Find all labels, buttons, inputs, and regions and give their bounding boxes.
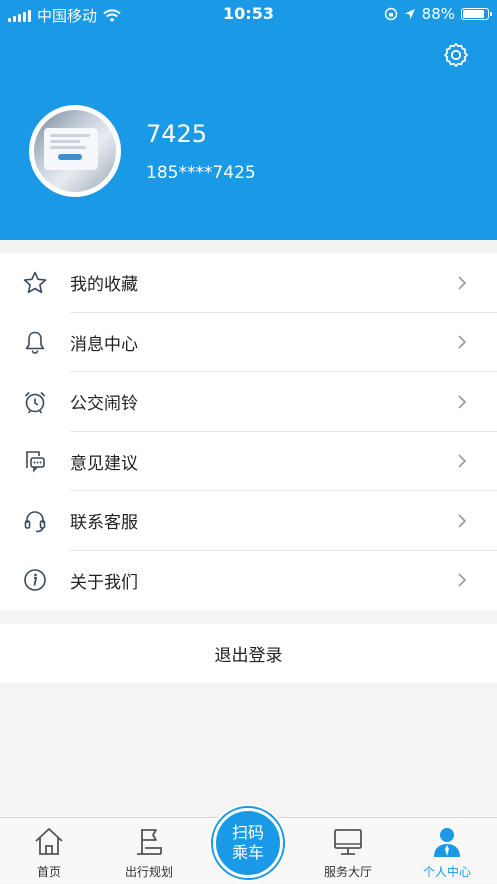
menu-item-customer-service[interactable]: 联系客服 xyxy=(0,491,497,551)
profile-header: 中国移动 10:53 88% 7425 185****7425 xyxy=(0,0,497,240)
star-icon xyxy=(22,270,48,296)
tab-home[interactable]: 首页 xyxy=(4,818,94,884)
menu-item-label: 我的收藏 xyxy=(70,275,138,296)
alarm-clock-icon xyxy=(22,389,48,415)
home-icon xyxy=(35,828,63,855)
status-bar: 中国移动 10:53 88% xyxy=(0,0,497,28)
location-icon xyxy=(404,9,415,19)
tab-label: 个人中心 xyxy=(422,865,471,879)
status-right: 88% xyxy=(384,5,492,23)
tab-label: 服务大厅 xyxy=(323,865,372,879)
menu-item-favorites[interactable]: 我的收藏 xyxy=(0,253,497,313)
settings-gear-icon[interactable] xyxy=(441,40,471,70)
person-icon xyxy=(434,828,460,857)
menu-item-bus-alarm[interactable]: 公交闹铃 xyxy=(0,372,497,432)
avatar-photo xyxy=(34,110,116,192)
tab-label: 出行规划 xyxy=(124,865,173,879)
feedback-icon xyxy=(22,448,48,474)
chevron-right-icon xyxy=(458,276,467,290)
tab-personal-center[interactable]: 个人中心 xyxy=(402,818,492,884)
chevron-right-icon xyxy=(458,514,467,528)
info-icon xyxy=(22,567,48,593)
chevron-right-icon xyxy=(458,335,467,349)
tab-label: 首页 xyxy=(36,865,61,879)
flag-icon xyxy=(137,829,162,855)
scan-button-face: 扫码 乘车 xyxy=(213,808,283,878)
menu-item-label: 关于我们 xyxy=(70,572,138,593)
phone-number: 185****7425 xyxy=(146,163,256,183)
scan-label-line2: 乘车 xyxy=(231,843,264,862)
menu-item-about[interactable]: 关于我们 xyxy=(0,551,497,611)
menu-item-label: 意见建议 xyxy=(70,453,138,474)
menu-item-label: 消息中心 xyxy=(70,334,138,355)
chevron-right-icon xyxy=(458,573,467,587)
monitor-icon xyxy=(334,829,362,855)
battery-percent: 88% xyxy=(421,5,455,23)
menu-item-label: 公交闹铃 xyxy=(70,394,138,415)
username: 7425 xyxy=(146,120,208,148)
rotation-lock-icon xyxy=(384,7,397,21)
tab-route-planning[interactable]: 出行规划 xyxy=(104,818,194,884)
headset-icon xyxy=(22,508,48,534)
profile-menu: 我的收藏 消息中心 公交闹铃 意见建议 联系客服 关于我们 xyxy=(0,253,497,610)
battery-level xyxy=(463,10,485,18)
tab-service-hall[interactable]: 服务大厅 xyxy=(303,818,393,884)
chevron-right-icon xyxy=(458,454,467,468)
scan-to-ride-button[interactable]: 扫码 乘车 xyxy=(209,804,287,882)
avatar[interactable] xyxy=(29,105,121,197)
menu-item-messages[interactable]: 消息中心 xyxy=(0,313,497,372)
battery-icon xyxy=(461,8,492,20)
menu-item-feedback[interactable]: 意见建议 xyxy=(0,432,497,491)
logout-button[interactable]: 退出登录 xyxy=(0,624,497,683)
chevron-right-icon xyxy=(458,395,467,409)
menu-item-label: 联系客服 xyxy=(70,513,138,534)
scan-label-line1: 扫码 xyxy=(231,823,264,842)
bell-icon xyxy=(22,329,48,355)
